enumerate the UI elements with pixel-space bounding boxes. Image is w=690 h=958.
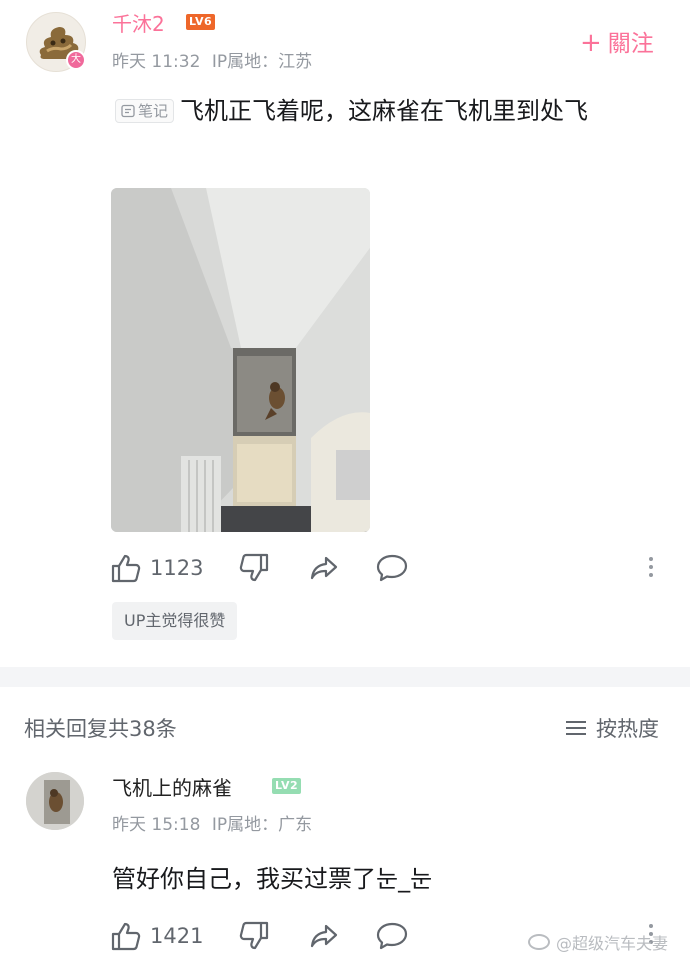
reply-time: 昨天 15:18 [112,815,201,835]
comment-icon [376,922,408,950]
note-tag-label: 笔记 [138,102,169,120]
weibo-icon [528,934,550,950]
reply-comment-button[interactable] [375,920,409,952]
sort-label: 按热度 [596,717,659,741]
follow-button[interactable]: + 關注 [580,24,654,58]
thumb-down-icon [239,553,269,582]
level-badge: LV6 [186,14,216,30]
like-count: 1123 [150,556,204,580]
username[interactable]: 千沐2 [112,8,165,37]
section-divider [0,667,690,687]
replies-count: 相关回复共38条 [24,717,177,741]
follow-label: 關注 [607,31,654,57]
reply-like-count: 1421 [150,924,204,948]
reply-meta: 昨天 15:18 IP属地：广东 [112,810,312,835]
sparrow-avatar-icon [26,772,84,830]
note-icon [121,104,135,118]
reply-share-button[interactable] [308,920,340,952]
share-icon [310,556,338,580]
more-icon[interactable] [649,557,655,581]
reply-username[interactable]: 飞机上的麻雀 [112,772,232,801]
reply-ip-location: IP属地：广东 [211,815,313,835]
sort-button[interactable]: 按热度 [566,713,659,743]
watermark: @超级汽车夫妻 [528,930,668,954]
reply-dislike-button[interactable] [238,920,270,952]
comment-image[interactable] [111,188,370,532]
comment-meta: 昨天 11:32 IP属地：江苏 [112,47,312,72]
share-button[interactable] [308,552,340,584]
reply-avatar[interactable] [26,772,84,830]
sort-icon [566,717,586,739]
vip-badge: 大 [66,50,86,70]
ip-location: IP属地：江苏 [211,52,313,72]
like-button[interactable]: 1123 [110,552,203,584]
comment-text-block: 笔记 飞机正飞着呢，这麻雀在飞机里到处飞 [115,90,670,132]
reply-button[interactable] [375,552,409,584]
up-liked-badge: UP主觉得很赞 [112,602,238,640]
comment-icon [376,554,408,582]
reply-level-badge: LV2 [272,778,302,794]
action-bar: 1123 [110,552,670,588]
dislike-button[interactable] [238,552,270,584]
thumb-up-icon [111,554,141,583]
airplane-cabin-photo [111,188,370,532]
reply-comment: 飞机上的麻雀 LV2 昨天 15:18 IP属地：广东 管好你自己，我买过票了눈… [0,760,690,958]
note-tag[interactable]: 笔记 [115,99,175,123]
plus-icon: + [580,28,602,58]
thumb-up-icon [111,922,141,951]
thumb-down-icon [239,921,269,950]
reply-text: 管好你自己，我买过票了눈_눈 [112,865,433,893]
comment-time: 昨天 11:32 [112,52,201,72]
watermark-text: @超级汽车夫妻 [556,934,669,953]
share-icon [310,924,338,948]
main-comment: 大 千沐2 LV6 昨天 11:32 IP属地：江苏 + 關注 笔记 飞机正飞着呢… [0,0,690,660]
reply-like-button[interactable]: 1421 [110,920,203,952]
comment-text: 飞机正飞着呢，这麻雀在飞机里到处飞 [180,97,589,125]
